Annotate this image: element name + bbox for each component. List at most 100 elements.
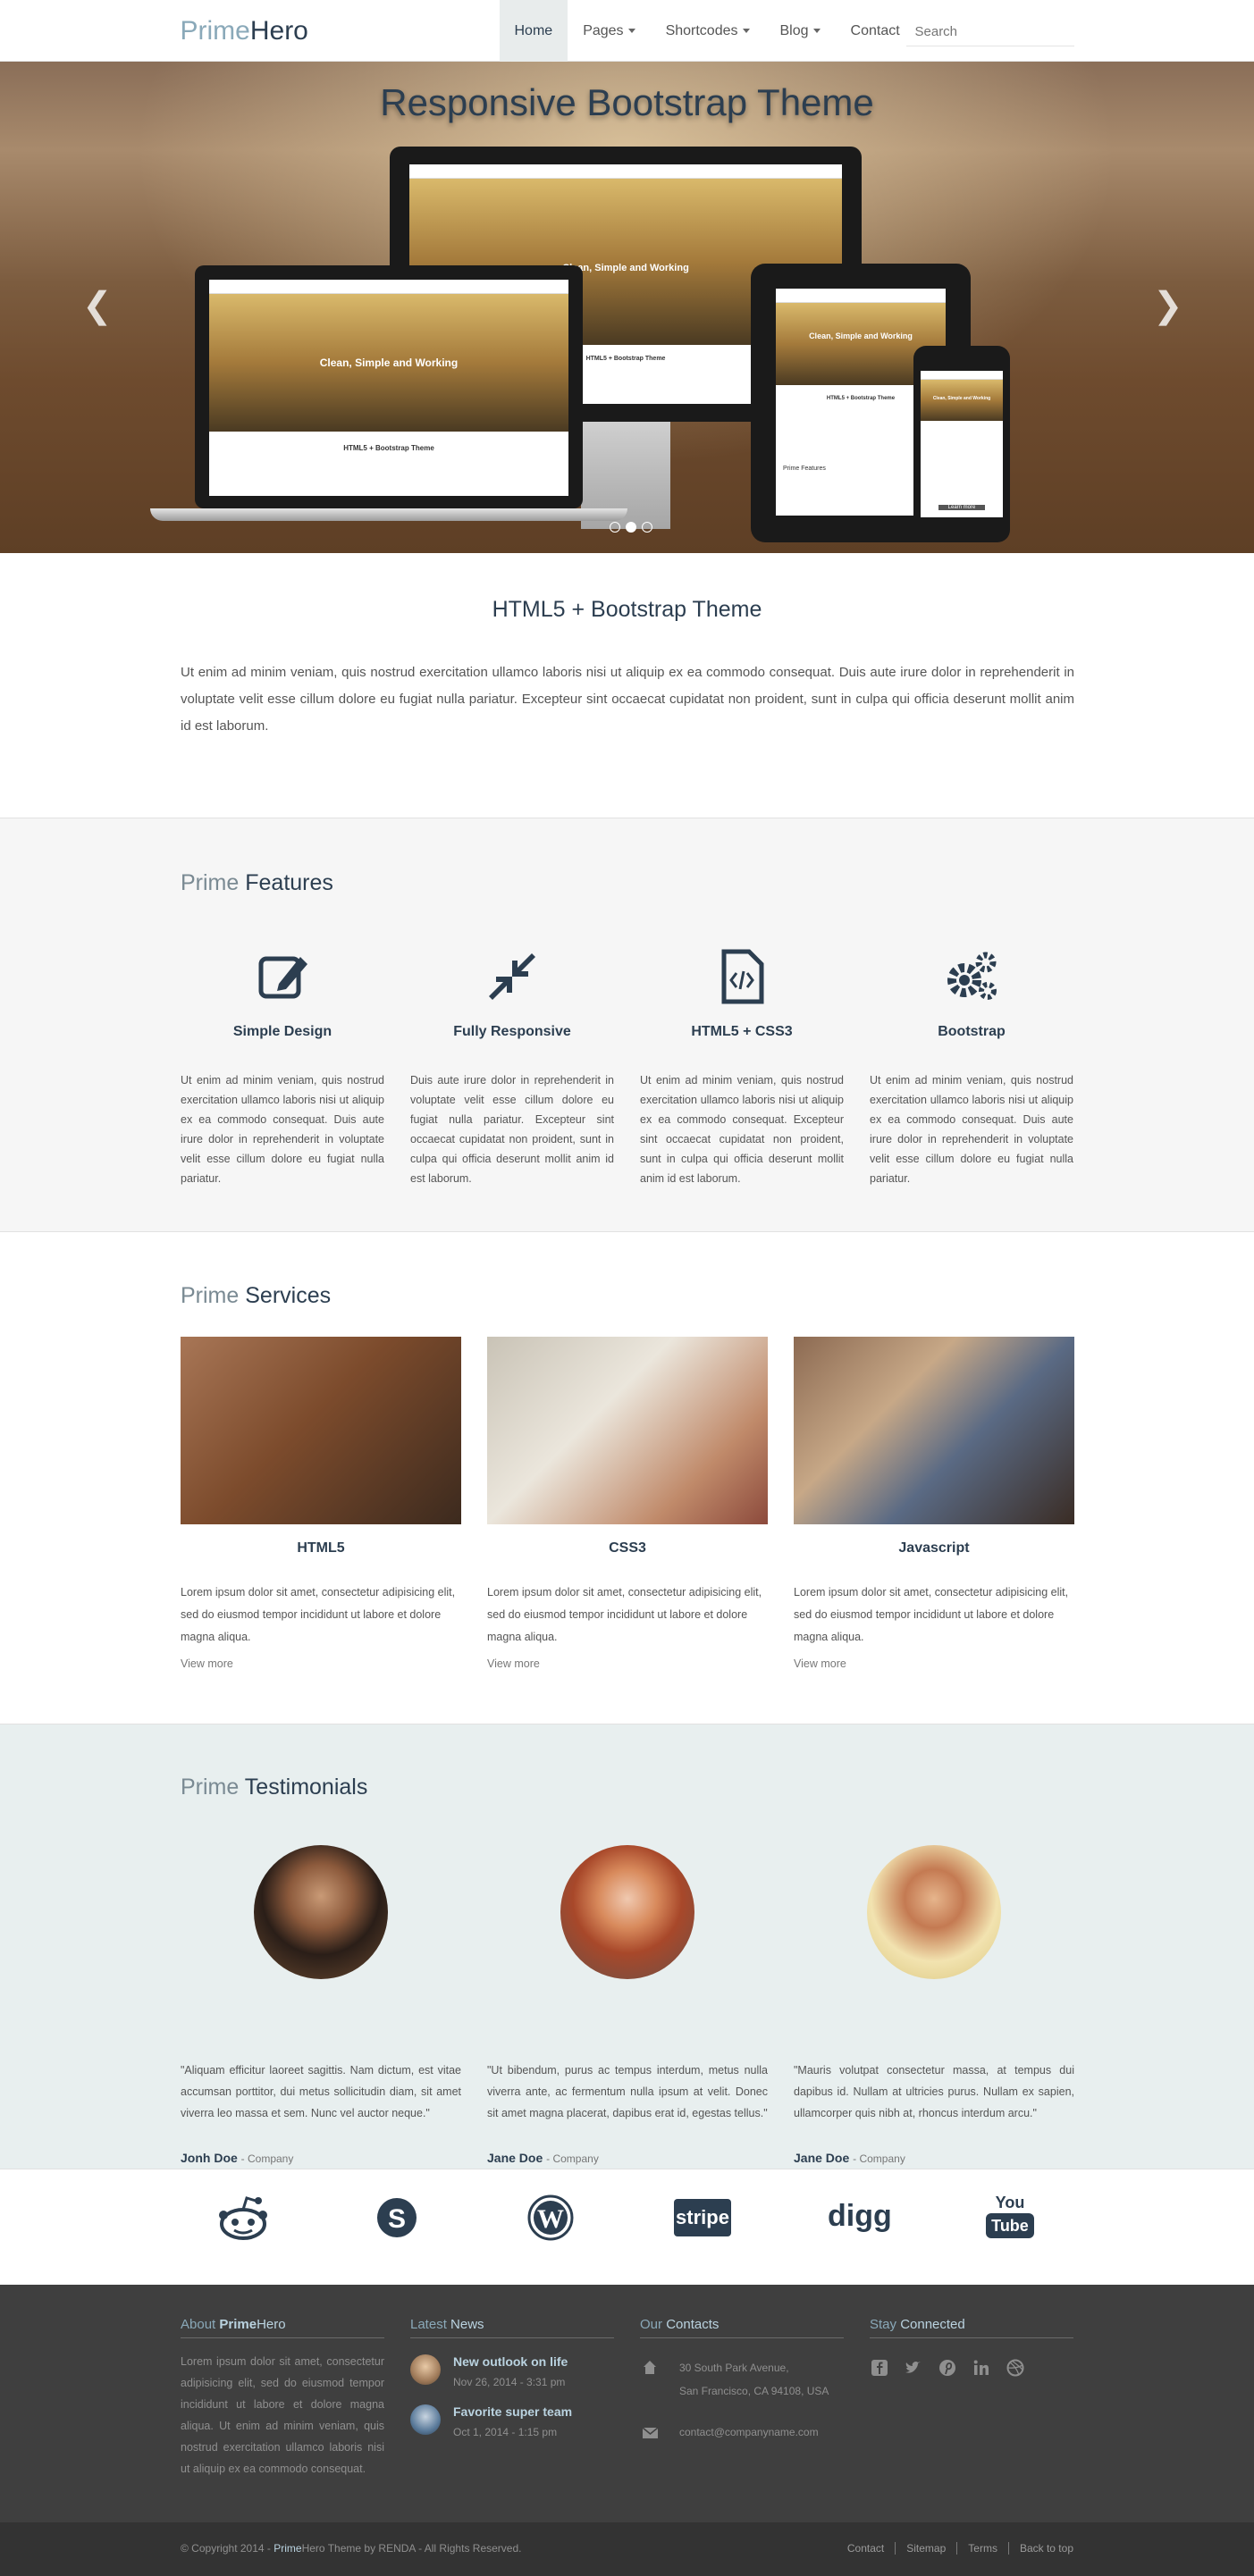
phone-screen: Clean, Simple and Working Learn more — [921, 371, 1003, 517]
footer-connected: Stay Connected — [870, 2317, 1073, 2378]
nav-contact-label: Contact — [850, 23, 900, 38]
features-title-prefix: Prime — [181, 870, 240, 895]
linkedin-icon[interactable] — [972, 2358, 991, 2378]
address-line-1: 30 South Park Avenue, — [679, 2362, 789, 2374]
hero-title: Responsive Bootstrap Theme — [380, 81, 874, 123]
facebook-icon[interactable] — [870, 2358, 889, 2378]
footer-about: About PrimeHero Lorem ipsum dolor sit am… — [181, 2317, 384, 2480]
stripe-icon[interactable]: stripe — [674, 2194, 731, 2242]
service-title: CSS3 — [609, 1540, 646, 1556]
caret-down-icon — [627, 29, 635, 34]
avatar — [254, 1845, 388, 1979]
laptop-screen-navbar — [209, 280, 568, 294]
testimonials-title-prefix: Prime — [181, 1775, 240, 1800]
home-icon — [644, 2361, 656, 2374]
carousel-next-arrow[interactable]: ❯ — [1153, 285, 1183, 326]
youtube-tube: Tube — [986, 2213, 1034, 2238]
brand-hero: Hero — [249, 16, 308, 46]
digg-icon[interactable]: digg — [828, 2194, 892, 2242]
social-links — [870, 2358, 1073, 2378]
author-company: - Company — [546, 2152, 599, 2165]
service-text: Lorem ipsum dolor sit amet, consectetur … — [487, 1586, 762, 1643]
view-more-link[interactable]: View more — [181, 1657, 461, 1670]
footer-link-contact[interactable]: Contact — [837, 2542, 895, 2555]
nav-pages[interactable]: Pages — [568, 0, 650, 62]
twitter-icon[interactable] — [904, 2358, 923, 2378]
service-text: Lorem ipsum dolor sit amet, consectetur … — [181, 1586, 456, 1643]
news-title[interactable]: New outlook on life — [453, 2354, 568, 2369]
tablet-screen-navbar — [776, 289, 946, 303]
testimonial-card: "Aliquam efficitur laoreet sagittis. Nam… — [181, 1845, 461, 2165]
news-item[interactable]: New outlook on life Nov 26, 2014 - 3:31 … — [410, 2354, 614, 2388]
reddit-icon[interactable] — [215, 2194, 272, 2242]
author-name: Jane Doe — [487, 2151, 543, 2165]
footer-connected-heading: Stay Connected — [870, 2317, 1073, 2338]
phone-screen-headline: Clean, Simple and Working — [932, 396, 991, 401]
feature-text: Ut enim ad minim veniam, quis nostrud ex… — [640, 1074, 844, 1185]
youtube-icon[interactable]: You Tube — [981, 2194, 1039, 2242]
service-css3: CSS3 Lorem ipsum dolor sit amet, consect… — [487, 1337, 768, 1670]
service-image — [487, 1337, 768, 1524]
nav-blog-label: Blog — [779, 23, 809, 38]
service-text: Lorem ipsum dolor sit amet, consectetur … — [794, 1586, 1069, 1643]
pinterest-icon[interactable] — [938, 2358, 957, 2378]
carousel-indicator[interactable] — [626, 522, 636, 533]
dribbble-icon[interactable] — [1006, 2358, 1025, 2378]
svg-text:W: W — [537, 2204, 564, 2234]
copyright-prime: Prime — [274, 2542, 302, 2555]
author-name: Jonh Doe — [181, 2151, 238, 2165]
nav-blog[interactable]: Blog — [765, 0, 836, 62]
footer-stay-main: Connected — [900, 2317, 965, 2332]
feature-title: Simple Design — [232, 1024, 332, 1039]
avatar — [867, 1845, 1001, 1979]
nav-shortcodes[interactable]: Shortcodes — [651, 0, 765, 62]
news-item[interactable]: Favorite super team Oct 1, 2014 - 1:15 p… — [410, 2404, 614, 2438]
laptop-screen: Clean, Simple and Working HTML5 + Bootst… — [209, 280, 568, 496]
carousel-indicator[interactable] — [610, 522, 620, 533]
wordpress-icon[interactable]: W — [522, 2194, 579, 2242]
testimonials-section: Prime Testimonials "Aliquam efficitur la… — [0, 1724, 1254, 2169]
email-link[interactable]: contact@companyname.com — [679, 2421, 819, 2444]
footer-news: Latest News New outlook on life Nov 26, … — [410, 2317, 614, 2438]
brand-prime: Prime — [180, 16, 250, 46]
testimonial-card: "Ut bibendum, purus ac tempus interdum, … — [487, 1845, 768, 2165]
view-more-link[interactable]: View more — [794, 1657, 1074, 1670]
feature-text: Ut enim ad minim veniam, quis nostrud ex… — [870, 1074, 1073, 1185]
nav-home[interactable]: Home — [499, 0, 568, 62]
carousel-indicators — [610, 522, 652, 533]
hero-carousel: Responsive Bootstrap Theme Clean, Simple… — [0, 62, 1254, 553]
caret-down-icon — [742, 29, 750, 34]
news-thumbnail — [410, 2354, 441, 2385]
view-more-link[interactable]: View more — [487, 1657, 768, 1670]
brand-logo[interactable]: PrimeHero — [181, 16, 308, 46]
service-javascript: Javascript Lorem ipsum dolor sit amet, c… — [794, 1337, 1074, 1670]
tablet-screen-headline: Clean, Simple and Working — [809, 331, 913, 340]
stripe-logo-box: stripe — [674, 2199, 731, 2236]
footer-about-hero: Hero — [257, 2317, 286, 2332]
footer-link-terms[interactable]: Terms — [956, 2542, 1008, 2555]
footer-contacts-heading: Our Contacts — [640, 2317, 844, 2338]
carousel-indicator[interactable] — [642, 522, 652, 533]
laptop-screen-headline: Clean, Simple and Working — [319, 357, 459, 369]
services-title-main: Services — [245, 1283, 332, 1308]
features-title: Prime Features — [181, 870, 333, 896]
service-image — [794, 1337, 1074, 1524]
author-company: - Company — [853, 2152, 905, 2165]
skype-icon[interactable]: S — [368, 2194, 425, 2242]
footer-link-sitemap[interactable]: Sitemap — [895, 2542, 956, 2555]
feature-html5-css3: HTML5 + CSS3 Ut enim ad minim veniam, qu… — [640, 948, 844, 1188]
testimonial-author: Jane Doe - Company — [487, 2151, 768, 2165]
laptop-mockup: Clean, Simple and Working HTML5 + Bootst… — [195, 265, 583, 508]
search-input[interactable] — [905, 18, 1074, 46]
footer-news-prefix: Latest — [410, 2317, 447, 2332]
carousel-prev-arrow[interactable]: ❮ — [82, 285, 113, 326]
news-date: Oct 1, 2014 - 1:15 pm — [453, 2426, 558, 2438]
copyright-suffix: Hero Theme by RENDA - All Rights Reserve… — [301, 2542, 522, 2555]
digg-logo-text: digg — [828, 2199, 892, 2233]
news-title[interactable]: Favorite super team — [453, 2404, 572, 2419]
phone-screen-button: Learn more — [938, 505, 985, 510]
footer-link-back-to-top[interactable]: Back to top — [1007, 2542, 1073, 2555]
main-nav: Home Pages Shortcodes Blog Contact — [499, 0, 915, 62]
nav-contact[interactable]: Contact — [836, 0, 915, 62]
edit-icon — [258, 956, 307, 999]
